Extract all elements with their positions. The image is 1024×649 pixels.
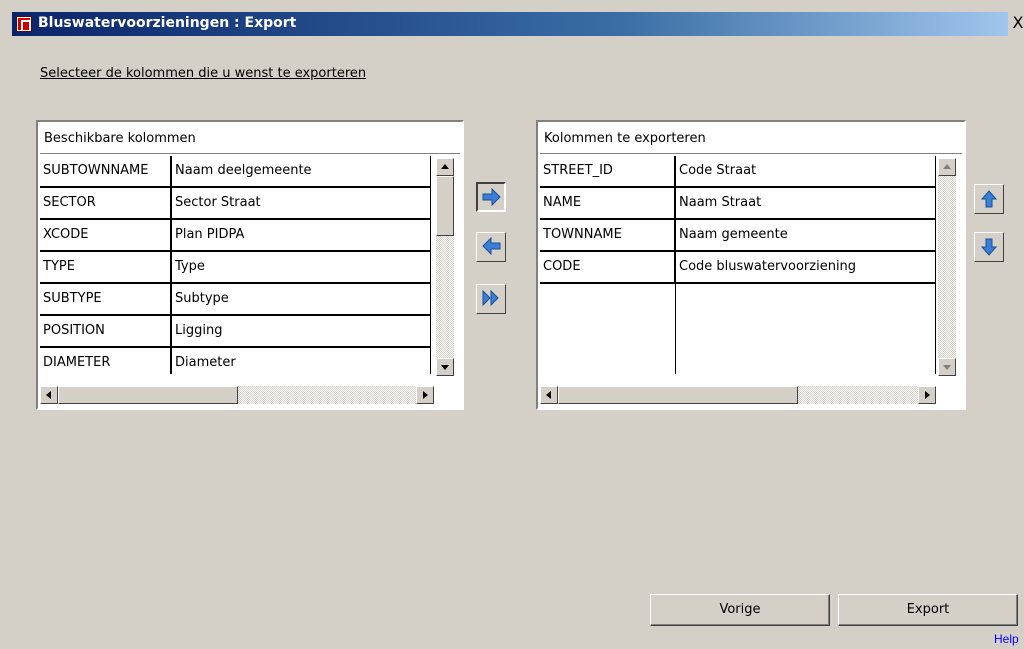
export-columns-panel: Kolommen te exporteren STREET_ID Code Str…	[536, 120, 966, 410]
remove-column-button[interactable]	[476, 232, 506, 262]
available-column-code-cell: SECTOR	[40, 188, 171, 218]
scroll-left-button[interactable]	[540, 386, 558, 404]
scroll-right-button[interactable]	[918, 386, 936, 404]
export-dialog: Bluswatervoorzieningen : Export X Select…	[0, 0, 1024, 649]
arrow-right-icon	[482, 188, 501, 206]
available-column-code-cell: DIAMETER	[40, 348, 171, 374]
available-vertical-scrollbar[interactable]	[436, 158, 454, 376]
export-columns-grid: STREET_ID Code Straat NAME Naam Straat TOWNN…	[540, 156, 936, 374]
scroll-thumb[interactable]	[558, 386, 798, 404]
arrow-down-icon	[980, 238, 998, 256]
available-column-code-cell: POSITION	[40, 316, 171, 346]
title-bar[interactable]: Bluswatervoorzieningen : Export X	[12, 12, 1024, 36]
available-columns-header: Beschikbare kolommen	[40, 124, 460, 154]
double-arrow-right-icon	[482, 289, 499, 307]
export-column-code-cell: TOWNNAME	[540, 220, 675, 250]
scroll-left-button[interactable]	[40, 386, 58, 404]
available-column-row[interactable]: XCODE Plan PIDPA	[40, 220, 431, 252]
available-column-code-cell: XCODE	[40, 220, 171, 250]
available-column-label-cell: Sector Straat	[175, 195, 261, 210]
arrow-up-icon	[980, 190, 998, 208]
close-button[interactable]: X	[1008, 12, 1024, 36]
available-column-label-cell: Naam deelgemeente	[175, 163, 312, 178]
move-up-button[interactable]	[974, 184, 1004, 214]
available-column-code-cell: TYPE	[40, 252, 171, 282]
export-columns-header: Kolommen te exporteren	[540, 124, 962, 154]
scroll-up-button[interactable]	[938, 158, 956, 176]
move-down-button[interactable]	[974, 232, 1004, 262]
export-column-label-cell: Code bluswatervoorziening	[679, 259, 857, 274]
export-horizontal-scrollbar[interactable]	[540, 386, 936, 404]
available-column-code-cell: SUBTYPE	[40, 284, 171, 314]
add-all-columns-button[interactable]	[476, 284, 506, 314]
export-column-code-cell: CODE	[540, 252, 675, 282]
arrow-left-icon	[482, 237, 501, 255]
export-column-row[interactable]: NAME Naam Straat	[540, 188, 936, 220]
window-title: Bluswatervoorzieningen : Export	[38, 15, 297, 31]
app-icon	[16, 16, 32, 32]
available-column-row[interactable]: SUBTYPE Subtype	[40, 284, 431, 316]
export-column-code-cell: STREET_ID	[540, 156, 675, 186]
available-column-row[interactable]: SECTOR Sector Straat	[40, 188, 431, 220]
export-column-row[interactable]: STREET_ID Code Straat	[540, 156, 936, 188]
export-column-label-cell: Naam gemeente	[679, 227, 788, 242]
export-column-label-cell: Code Straat	[679, 163, 757, 178]
available-column-row[interactable]: TYPE Type	[40, 252, 431, 284]
available-column-row[interactable]: POSITION Ligging	[40, 316, 431, 348]
available-column-label-cell: Plan PIDPA	[175, 227, 245, 242]
available-column-code-cell: SUBTOWNNAME	[40, 156, 171, 186]
previous-button[interactable]: Vorige	[650, 594, 830, 626]
export-button[interactable]: Export	[838, 594, 1018, 626]
available-columns-grid: SUBTOWNNAME Naam deelgemeente SECTOR Sector…	[40, 156, 431, 374]
export-column-label-cell: Naam Straat	[679, 195, 762, 210]
scroll-thumb[interactable]	[58, 386, 238, 404]
scroll-down-button[interactable]	[938, 358, 956, 376]
available-column-row[interactable]: DIAMETER Diameter	[40, 348, 431, 374]
scroll-up-button[interactable]	[436, 158, 454, 176]
scroll-down-button[interactable]	[436, 358, 454, 376]
available-column-label-cell: Ligging	[175, 323, 223, 338]
export-column-row[interactable]: TOWNNAME Naam gemeente	[540, 220, 936, 252]
available-column-label-cell: Subtype	[175, 291, 229, 306]
available-columns-panel: Beschikbare kolommen SUBTOWNNAME Naam dee…	[36, 120, 464, 410]
export-column-code-cell: NAME	[540, 188, 675, 218]
available-column-label-cell: Diameter	[175, 355, 236, 370]
help-link[interactable]: Help	[994, 632, 1019, 646]
available-column-label-cell: Type	[175, 259, 205, 274]
instruction-text: Selecteer de kolommen die u wenst te exp…	[40, 66, 367, 81]
scroll-thumb[interactable]	[436, 176, 454, 236]
export-vertical-scrollbar[interactable]	[938, 158, 956, 376]
scroll-right-button[interactable]	[416, 386, 434, 404]
available-horizontal-scrollbar[interactable]	[40, 386, 434, 404]
add-column-button[interactable]	[476, 182, 506, 212]
export-column-row[interactable]: CODE Code bluswatervoorziening	[540, 252, 936, 284]
available-column-row[interactable]: SUBTOWNNAME Naam deelgemeente	[40, 156, 431, 188]
